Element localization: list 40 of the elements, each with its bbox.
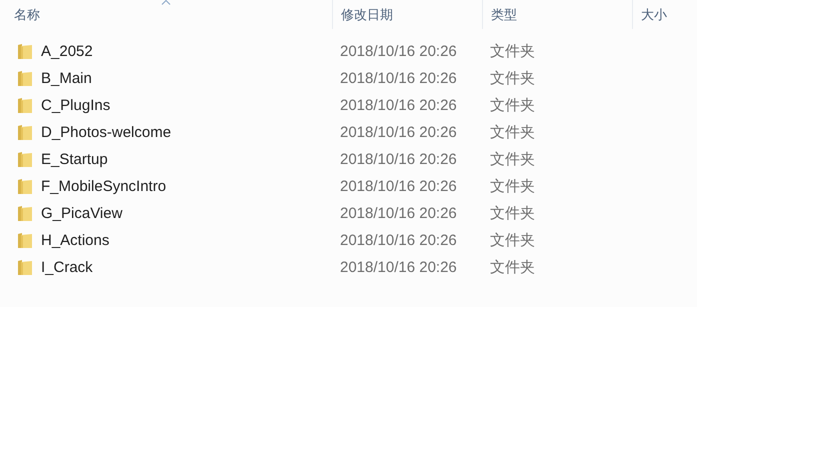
column-header[interactable]: 名称 — [0, 0, 332, 29]
file-name[interactable]: C_PlugIns — [41, 97, 110, 114]
folder-icon — [17, 70, 33, 87]
column-header[interactable]: 类型 — [482, 0, 632, 29]
file-name[interactable]: I_Crack — [41, 259, 93, 276]
folder-icon — [17, 205, 33, 222]
folder-icon — [17, 97, 33, 114]
column-header[interactable]: 大小 — [632, 0, 697, 29]
file-type: 文件夹 — [489, 42, 536, 61]
modified-date: 2018/10/16 20:26 — [339, 97, 458, 114]
modified-date: 2018/10/16 20:26 — [339, 70, 458, 87]
folder-icon — [17, 259, 33, 276]
file-type: 文件夹 — [489, 231, 536, 250]
modified-date: 2018/10/16 20:26 — [339, 43, 458, 60]
file-name[interactable]: H_Actions — [41, 232, 110, 249]
file-name[interactable]: B_Main — [41, 70, 92, 87]
file-type: 文件夹 — [489, 96, 536, 115]
column-header[interactable]: 修改日期 — [332, 0, 482, 29]
file-type: 文件夹 — [489, 150, 536, 169]
file-type: 文件夹 — [489, 123, 536, 142]
modified-date: 2018/10/16 20:26 — [339, 259, 458, 276]
file-name[interactable]: D_Photos-welcome — [41, 124, 172, 141]
file-name[interactable]: G_PicaView — [41, 205, 122, 222]
folder-icon — [17, 151, 33, 168]
modified-date: 2018/10/16 20:26 — [339, 205, 458, 222]
file-name[interactable]: F_MobileSyncIntro — [41, 178, 166, 195]
modified-date: 2018/10/16 20:26 — [339, 124, 458, 141]
file-name[interactable]: E_Startup — [41, 151, 108, 168]
file-type: 文件夹 — [489, 177, 536, 196]
modified-date: 2018/10/16 20:26 — [339, 151, 458, 168]
file-type: 文件夹 — [489, 69, 536, 88]
file-name[interactable]: A_2052 — [41, 43, 93, 60]
modified-date: 2018/10/16 20:26 — [339, 178, 458, 195]
modified-date: 2018/10/16 20:26 — [339, 232, 458, 249]
folder-icon — [17, 232, 33, 249]
folder-icon — [17, 178, 33, 195]
folder-icon — [17, 43, 33, 60]
folder-icon — [17, 124, 33, 141]
file-type: 文件夹 — [489, 258, 536, 277]
file-type: 文件夹 — [489, 204, 536, 223]
